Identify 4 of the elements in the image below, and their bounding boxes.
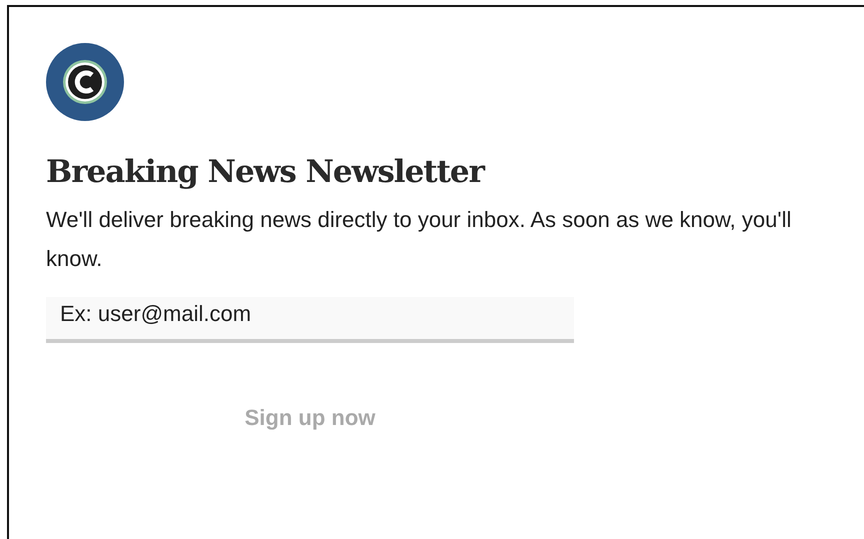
email-field[interactable]: Ex: user@mail.com — [46, 297, 574, 343]
description-text: We'll deliver breaking news directly to your inbox. As soon as we know, you'll know. — [46, 206, 792, 273]
newsletter-title: Breaking News Newsletter — [46, 153, 486, 192]
logo-icon — [46, 43, 124, 121]
